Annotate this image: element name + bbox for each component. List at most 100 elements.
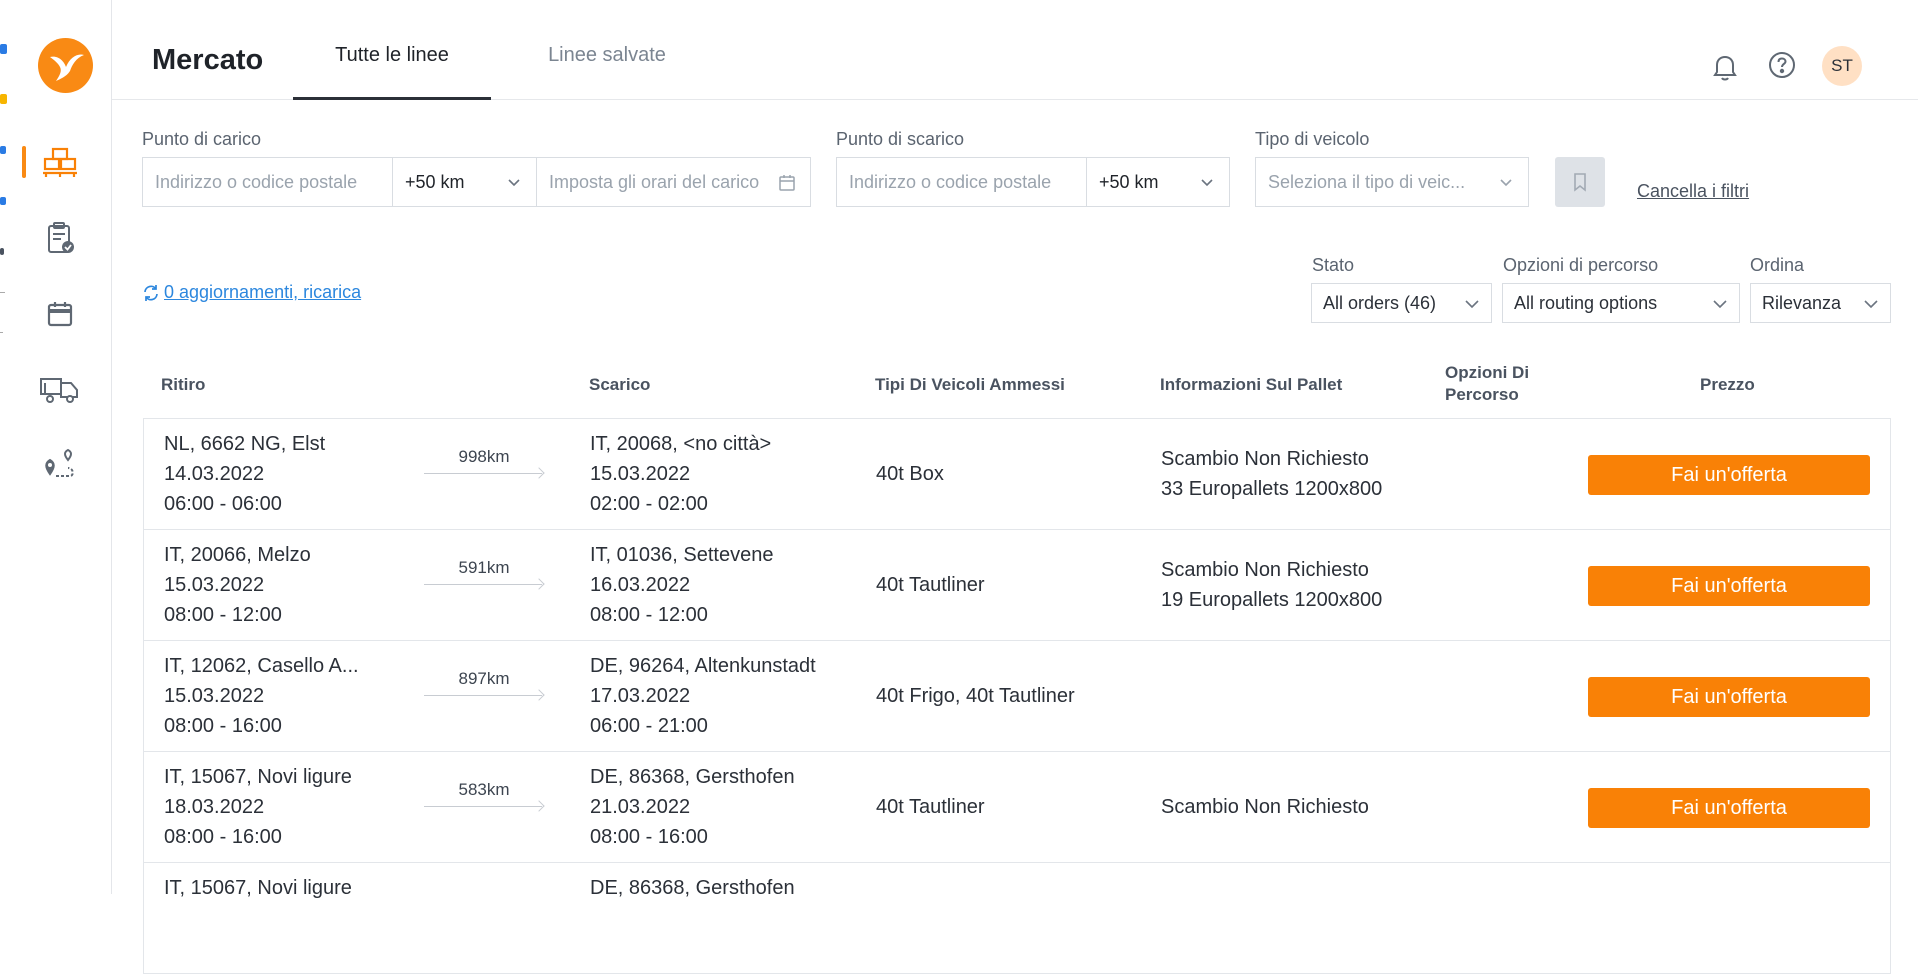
delivery-date: 21.03.2022	[590, 796, 691, 818]
save-search-button[interactable]	[1555, 157, 1605, 207]
sidebar-item-fleet[interactable]	[8, 368, 112, 412]
table-row[interactable]: IT, 15067, Novi ligure DE, 86368, Gersth…	[144, 863, 1890, 974]
top-header: Mercato Tutte le linee Linee salvate ST	[112, 0, 1918, 100]
column-header-pallet[interactable]: Informazioni Sul Pallet	[1160, 374, 1342, 396]
bookmark-icon	[1574, 173, 1586, 192]
pickup-time-input[interactable]: Imposta gli orari del carico	[536, 157, 811, 207]
arrow-right-icon	[533, 578, 545, 590]
tab-all-lines[interactable]: Tutte le linee	[293, 44, 491, 100]
delivery-place: IT, 01036, Settevene	[590, 544, 774, 566]
make-offer-button[interactable]: Fai un'offerta	[1588, 788, 1870, 828]
column-header-routing[interactable]: Opzioni Di Percorso	[1445, 362, 1555, 406]
column-header-price[interactable]: Prezzo	[1700, 374, 1755, 396]
delivery-date: 15.03.2022	[590, 463, 691, 485]
pallet-cell: Scambio Non Richiesto 19 Europallets 120…	[1161, 555, 1382, 615]
sidebar	[8, 0, 112, 894]
vehicles-cell: 40t Frigo, 40t Tautliner	[876, 685, 1075, 707]
help-icon[interactable]	[1765, 48, 1799, 82]
pickup-date: 14.03.2022	[164, 463, 265, 485]
vehicles-cell: 40t Box	[876, 463, 944, 485]
sidebar-item-routes[interactable]	[8, 442, 112, 486]
sidebar-item-orders[interactable]	[8, 216, 112, 260]
pickup-radius-value: +50 km	[405, 171, 465, 192]
tab-saved-lines[interactable]: Linee salvate	[507, 44, 707, 100]
delivery-radius-select[interactable]: +50 km	[1086, 157, 1230, 207]
clipped-icon	[0, 146, 6, 154]
delivery-cell: IT, 20068, <no città> 15.03.2022 02:00 -…	[590, 429, 771, 519]
pickup-address-input[interactable]: Indirizzo o codice postale	[142, 157, 393, 207]
distance-arrow-line	[424, 806, 542, 807]
column-header-pickup[interactable]: Ritiro	[161, 374, 205, 396]
calendar-small-icon	[779, 175, 795, 191]
pickup-cell: IT, 15067, Novi ligure 18.03.2022 08:00 …	[164, 762, 352, 852]
pickup-time: 06:00 - 06:00	[164, 493, 282, 515]
table-row[interactable]: IT, 20066, Melzo 15.03.2022 08:00 - 12:0…	[144, 530, 1890, 641]
pickup-place: IT, 12062, Casello A...	[164, 655, 359, 677]
chevron-down-icon	[1864, 300, 1878, 309]
user-avatar[interactable]: ST	[1822, 46, 1862, 86]
distance-arrow-line	[424, 584, 542, 585]
clipped-window-edge	[0, 0, 8, 894]
status-select[interactable]: All orders (46)	[1311, 283, 1492, 323]
delivery-cell: IT, 01036, Settevene 16.03.2022 08:00 - …	[590, 540, 773, 630]
pickup-date: 18.03.2022	[164, 796, 265, 818]
refresh-icon	[144, 284, 158, 301]
pallet-exchange: Scambio Non Richiesto	[1161, 448, 1369, 470]
pickup-time: 08:00 - 12:00	[164, 604, 282, 626]
distance-arrow-line	[424, 473, 542, 474]
sort-value: Rilevanza	[1762, 292, 1842, 313]
delivery-cell: DE, 86368, Gersthofen	[590, 873, 795, 903]
sort-label: Ordina	[1750, 255, 1805, 275]
make-offer-button[interactable]: Fai un'offerta	[1588, 455, 1870, 495]
pickup-time-placeholder: Imposta gli orari del carico	[549, 171, 760, 192]
trucks-icon	[40, 378, 78, 403]
sidebar-item-calendar[interactable]	[8, 292, 112, 336]
table-row[interactable]: IT, 12062, Casello A... 15.03.2022 08:00…	[144, 641, 1890, 752]
chevron-down-icon	[1713, 300, 1727, 309]
chevron-down-icon	[1201, 179, 1213, 187]
pallet-exchange: Scambio Non Richiesto	[1161, 559, 1369, 581]
clear-filters-link[interactable]: Cancella i filtri	[1637, 181, 1749, 202]
delivery-time: 08:00 - 12:00	[590, 604, 708, 626]
pickup-cell: NL, 6662 NG, Elst 14.03.2022 06:00 - 06:…	[164, 429, 325, 519]
pallet-cell: Scambio Non Richiesto	[1161, 792, 1369, 822]
sidebar-item-market[interactable]	[8, 140, 112, 184]
pickup-radius-select[interactable]: +50 km	[392, 157, 537, 207]
make-offer-button[interactable]: Fai un'offerta	[1588, 677, 1870, 717]
routing-options-label: Opzioni di percorso	[1503, 255, 1659, 275]
pickup-cell: IT, 12062, Casello A... 15.03.2022 08:00…	[164, 651, 359, 741]
delivery-address-input[interactable]: Indirizzo o codice postale	[836, 157, 1087, 207]
arrow-right-icon	[533, 467, 545, 479]
pickup-cell: IT, 20066, Melzo 15.03.2022 08:00 - 12:0…	[164, 540, 311, 630]
notifications-bell-icon[interactable]	[1708, 50, 1742, 84]
vehicle-type-select[interactable]: Seleziona il tipo di veic...	[1255, 157, 1529, 207]
column-header-delivery[interactable]: Scarico	[589, 374, 650, 396]
delivery-cell: DE, 96264, Altenkunstadt 17.03.2022 06:0…	[590, 651, 816, 741]
distance-label: 591km	[458, 558, 510, 577]
delivery-place: IT, 20068, <no città>	[590, 433, 772, 455]
freight-table: NL, 6662 NG, Elst 14.03.2022 06:00 - 06:…	[143, 418, 1891, 974]
distance-label: 897km	[458, 669, 510, 688]
delivery-radius-value: +50 km	[1099, 171, 1159, 192]
vehicle-type-placeholder: Seleziona il tipo di veic...	[1268, 171, 1466, 192]
distance-label: 998km	[458, 447, 510, 466]
chevron-down-icon	[1500, 179, 1512, 187]
delivery-time: 08:00 - 16:00	[590, 826, 708, 848]
delivery-cell: DE, 86368, Gersthofen 21.03.2022 08:00 -…	[590, 762, 795, 852]
clipped-icon	[0, 94, 7, 104]
delivery-place: DE, 86368, Gersthofen	[590, 766, 795, 788]
routing-options-select[interactable]: All routing options	[1502, 283, 1740, 323]
reload-updates-link[interactable]: 0 aggiornamenti, ricarica	[142, 282, 361, 303]
sort-select[interactable]: Rilevanza	[1750, 283, 1891, 323]
brand-logo-icon[interactable]	[38, 38, 93, 93]
pickup-place: NL, 6662 NG, Elst	[164, 433, 326, 455]
arrow-right-icon	[533, 689, 545, 701]
column-header-vehicles[interactable]: Tipi Di Veicoli Ammessi	[875, 374, 1065, 396]
make-offer-button[interactable]: Fai un'offerta	[1588, 566, 1870, 606]
vehicles-cell: 40t Tautliner	[876, 796, 985, 818]
table-row[interactable]: IT, 15067, Novi ligure 18.03.2022 08:00 …	[144, 752, 1890, 863]
pickup-date: 15.03.2022	[164, 574, 265, 596]
chevron-down-icon	[1465, 300, 1479, 309]
pickup-time: 08:00 - 16:00	[164, 715, 282, 737]
table-row[interactable]: NL, 6662 NG, Elst 14.03.2022 06:00 - 06:…	[144, 419, 1890, 530]
